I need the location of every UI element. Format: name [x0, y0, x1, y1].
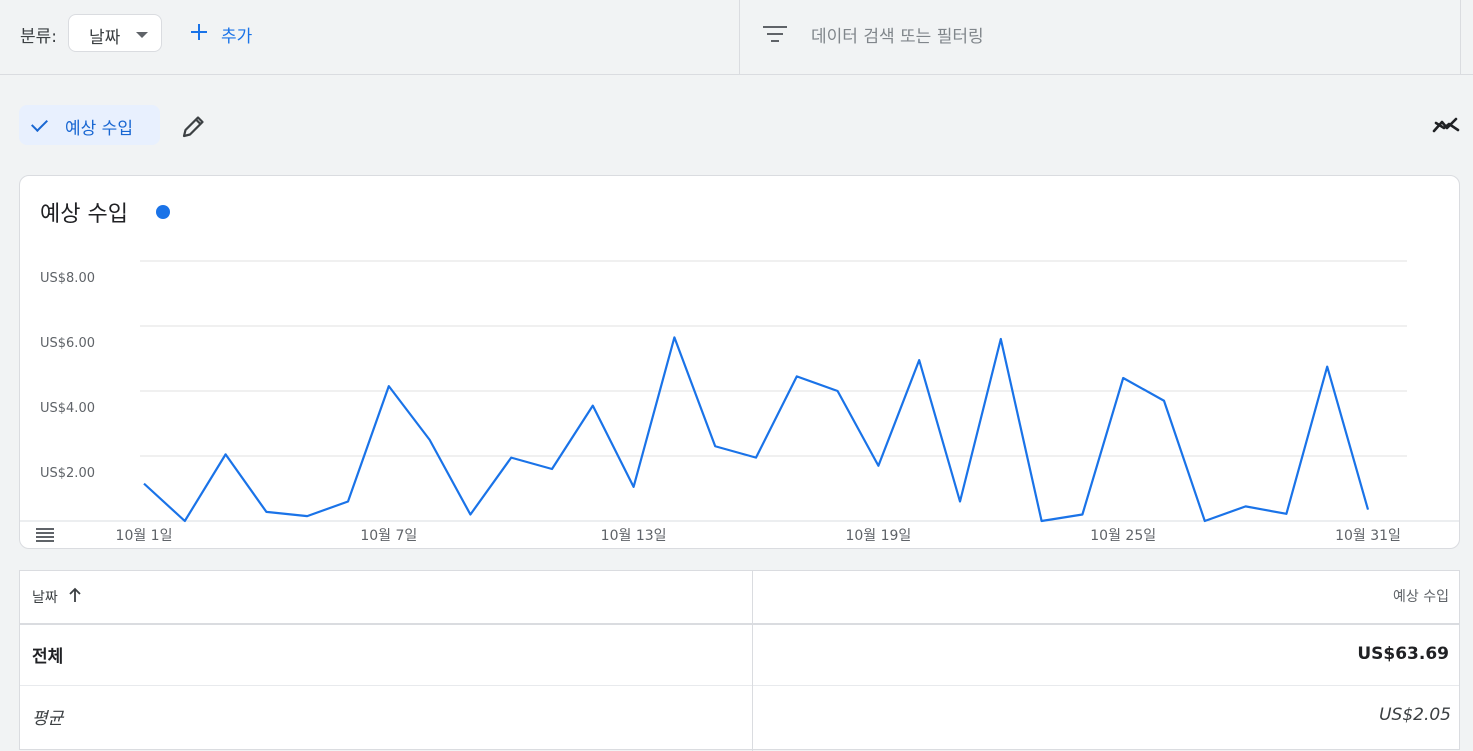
- average-label: 평균: [32, 709, 64, 729]
- data-point[interactable]: [915, 356, 923, 364]
- table-row-average: 평균 US$2.05: [20, 686, 1459, 746]
- x-tick-label: 10월 13일: [601, 528, 667, 544]
- x-tick-label: 10월 7일: [360, 528, 417, 544]
- data-point[interactable]: [1282, 510, 1290, 518]
- data-point[interactable]: [548, 465, 556, 473]
- toolbar-divider: [739, 0, 740, 74]
- data-point[interactable]: [1242, 502, 1250, 510]
- x-tick-label: 10월 25일: [1090, 528, 1156, 544]
- data-point[interactable]: [1119, 374, 1127, 382]
- table-row-total: 전체 US$63.69: [20, 625, 1459, 686]
- data-point[interactable]: [344, 498, 352, 506]
- data-table: 날짜 예상 수입 전체 US$63.69 평균 US$2.05: [19, 570, 1460, 751]
- series-line: [143, 336, 1370, 523]
- data-point[interactable]: [303, 512, 311, 520]
- dimension-select[interactable]: 날짜: [68, 14, 162, 52]
- total-value: US$63.69: [1357, 644, 1449, 664]
- edit-icon[interactable]: [180, 112, 208, 140]
- line-chart: US$2.00 US$4.00 US$6.00 US$8.00 10월 1일 10월 7일…: [20, 260, 1459, 544]
- dimension-value: 날짜: [89, 28, 121, 48]
- data-point[interactable]: [874, 462, 882, 470]
- x-tick-label: 10월 19일: [845, 528, 911, 544]
- metric-chip[interactable]: 예상 수입: [19, 105, 160, 145]
- average-value: US$2.05: [1379, 705, 1451, 725]
- data-point[interactable]: [711, 442, 719, 450]
- plus-icon: [188, 20, 210, 46]
- data-point[interactable]: [426, 436, 434, 444]
- column-divider: [752, 571, 753, 751]
- data-point[interactable]: [956, 498, 964, 506]
- table-view-icon[interactable]: [36, 528, 54, 542]
- data-point[interactable]: [181, 517, 189, 525]
- trend-icon[interactable]: [1432, 112, 1460, 138]
- data-point[interactable]: [1201, 517, 1209, 525]
- toolbar-edge: [1460, 0, 1461, 74]
- data-point[interactable]: [1323, 363, 1331, 371]
- filter-input[interactable]: 데이터 검색 또는 필터링: [811, 22, 984, 47]
- data-point[interactable]: [997, 335, 1005, 343]
- data-point[interactable]: [1364, 506, 1372, 514]
- data-point[interactable]: [793, 372, 801, 380]
- data-point[interactable]: [507, 454, 515, 462]
- data-point[interactable]: [630, 483, 638, 491]
- sort-ascending-icon[interactable]: [68, 587, 82, 603]
- total-label: 전체: [32, 647, 64, 667]
- data-point[interactable]: [466, 511, 474, 519]
- data-point[interactable]: [262, 508, 270, 516]
- data-point[interactable]: [752, 454, 760, 462]
- data-point[interactable]: [1078, 511, 1086, 519]
- column-header-metric[interactable]: 예상 수입: [1393, 586, 1449, 606]
- data-point[interactable]: [140, 480, 148, 488]
- y-tick-label: US$8.00: [40, 271, 95, 286]
- data-point[interactable]: [385, 382, 393, 390]
- chart-card: 예상 수입 US$2.00 US$4.00 US$6.00 US$8.00 10월 1일…: [19, 175, 1460, 549]
- column-header-date[interactable]: 날짜: [32, 587, 58, 607]
- data-point[interactable]: [1160, 397, 1168, 405]
- check-icon: [31, 115, 48, 132]
- add-dimension-label: 추가: [221, 27, 253, 47]
- y-tick-label: US$6.00: [40, 336, 95, 351]
- x-tick-label: 10월 31일: [1335, 528, 1401, 544]
- data-point[interactable]: [589, 402, 597, 410]
- data-point[interactable]: [1038, 517, 1046, 525]
- filter-icon[interactable]: [762, 24, 788, 44]
- chevron-down-icon: [136, 32, 148, 38]
- y-tick-label: US$2.00: [40, 466, 95, 481]
- data-point[interactable]: [222, 450, 230, 458]
- table-header: 날짜 예상 수입: [20, 571, 1459, 625]
- metric-chip-label: 예상 수입: [65, 119, 133, 139]
- breakdown-label: 분류:: [20, 27, 58, 47]
- y-tick-label: US$4.00: [40, 401, 95, 416]
- data-point[interactable]: [670, 333, 678, 341]
- toolbar: 분류: 날짜 추가 데이터 검색 또는 필터링: [0, 0, 1473, 75]
- x-tick-label: 10월 1일: [116, 528, 173, 544]
- data-point[interactable]: [834, 387, 842, 395]
